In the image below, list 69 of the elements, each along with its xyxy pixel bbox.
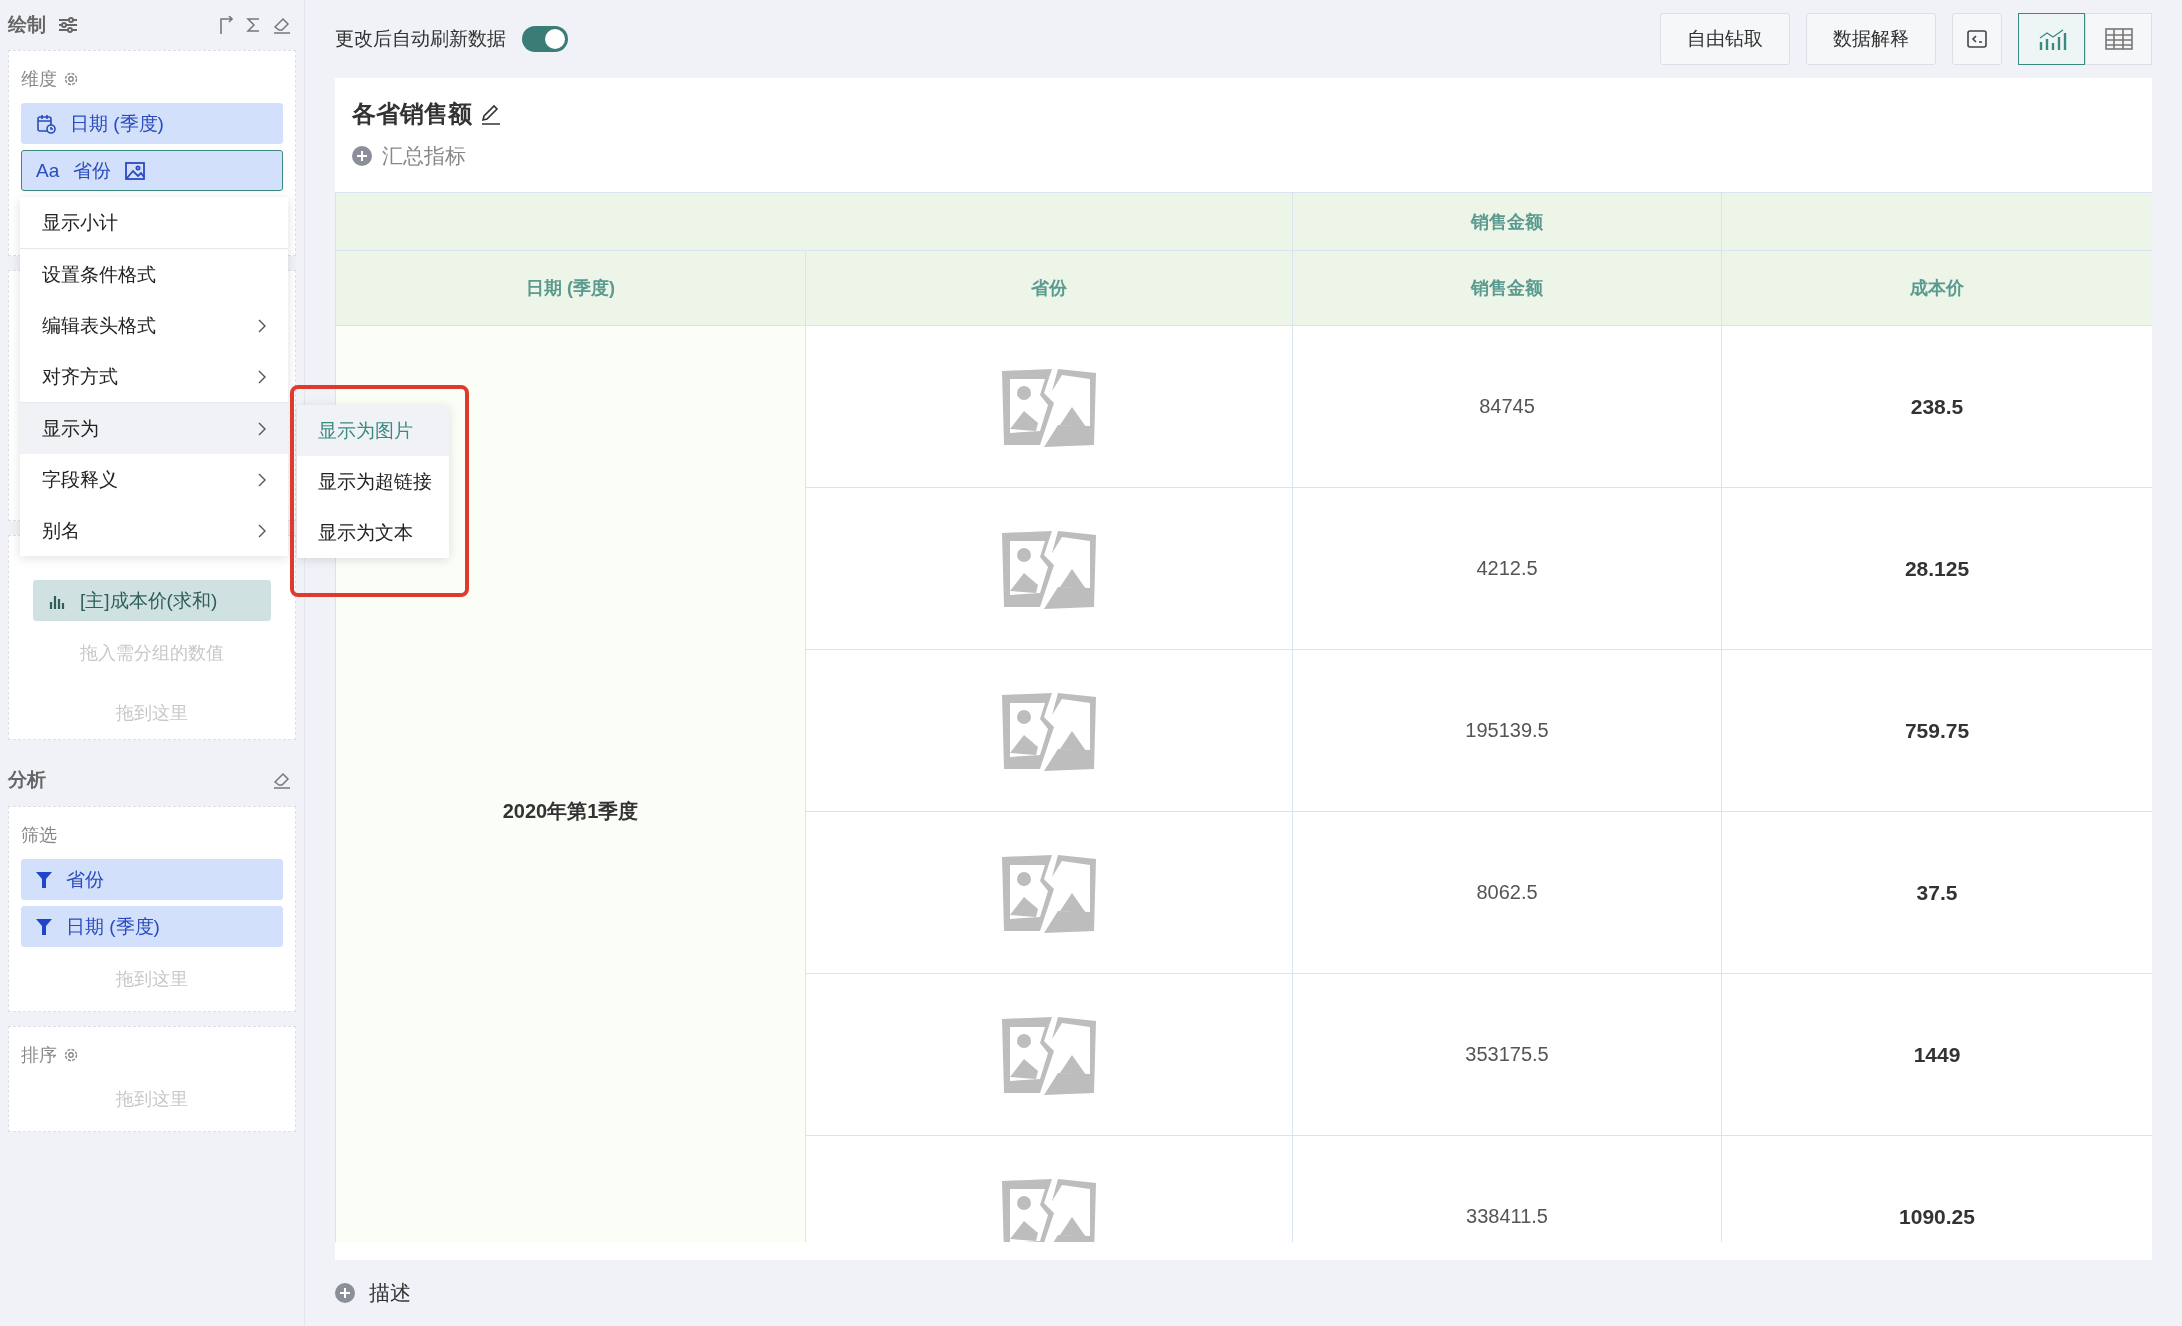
image-icon	[125, 161, 146, 180]
metric-chip[interactable]: [主]成本价(求和)	[33, 580, 271, 621]
sliders-icon[interactable]	[58, 16, 78, 34]
broken-image-icon	[1000, 1014, 1098, 1095]
menu-item[interactable]: 设置条件格式	[20, 248, 288, 300]
panel-title: 分析	[8, 768, 46, 792]
chevron-right-icon	[258, 369, 266, 384]
menu-item[interactable]: 显示为超链接	[297, 456, 449, 507]
description-link[interactable]: 描述	[369, 1279, 411, 1307]
edit-icon[interactable]	[480, 103, 502, 125]
menu-item[interactable]: 显示为文本	[297, 507, 449, 558]
chevron-right-icon	[258, 318, 266, 333]
settings-icon[interactable]	[63, 1047, 79, 1063]
auto-refresh-label: 更改后自动刷新数据	[335, 27, 506, 51]
menu-item[interactable]: 显示小计	[20, 197, 288, 248]
eraser-icon[interactable]	[272, 16, 292, 34]
auto-refresh-toggle[interactable]	[522, 26, 568, 52]
field-label: 省份	[73, 158, 112, 183]
panel-title: 绘制	[8, 13, 46, 37]
field-chip[interactable]: Aa 省份	[21, 150, 283, 191]
toolbar-button[interactable]: 自由钻取	[1660, 13, 1790, 65]
table-cell: 8062.5	[1292, 811, 1722, 974]
chevron-right-icon	[258, 472, 266, 487]
toolbar-button[interactable]: 数据解释	[1806, 13, 1936, 65]
console-icon	[1967, 30, 1987, 48]
field-label: 省份	[66, 867, 104, 892]
menu-item[interactable]: 显示为图片	[297, 405, 449, 456]
console-button[interactable]	[1952, 13, 2002, 65]
sigma-icon[interactable]	[246, 17, 260, 33]
eraser-icon[interactable]	[272, 771, 292, 789]
chart-view-button[interactable]	[2018, 13, 2085, 65]
table-cell: 84745	[1292, 325, 1722, 488]
menu-item[interactable]: 编辑表头格式	[20, 300, 288, 351]
section-label: 筛选	[21, 824, 57, 847]
section-label: 排序	[21, 1044, 57, 1067]
broken-image-icon	[1000, 690, 1098, 771]
menu-item[interactable]: 别名	[20, 505, 288, 556]
filter-icon	[36, 917, 52, 936]
broken-image-icon	[1000, 1176, 1098, 1242]
filter-chip[interactable]: 省份	[21, 859, 283, 900]
add-icon[interactable]	[335, 1283, 355, 1303]
menu-item[interactable]: 显示为	[20, 402, 288, 454]
broken-image-icon	[1000, 528, 1098, 609]
broken-image-icon	[1000, 366, 1098, 447]
chart-title: 各省销售额	[352, 99, 472, 129]
summary-metric-link[interactable]: 汇总指标	[382, 142, 466, 170]
header-cell: 销售金额	[1292, 192, 1722, 251]
table-cell: 4212.5	[1292, 487, 1722, 650]
field-label: [主]成本价(求和)	[80, 588, 218, 613]
menu-item[interactable]: 字段释义	[20, 454, 288, 505]
table-cell: 353175.5	[1292, 973, 1722, 1136]
chevron-right-icon	[258, 523, 266, 538]
filter-chip[interactable]: 日期 (季度)	[21, 906, 283, 947]
corner-icon[interactable]	[218, 16, 234, 34]
field-label: 日期 (季度)	[66, 914, 160, 939]
filter-icon	[36, 870, 52, 889]
broken-image-icon	[1000, 852, 1098, 933]
menu-item[interactable]: 对齐方式	[20, 351, 288, 402]
add-icon[interactable]	[352, 146, 372, 166]
table-cell: 195139.5	[1292, 649, 1722, 812]
settings-icon[interactable]	[63, 71, 79, 87]
field-chip[interactable]: 日期 (季度)	[21, 103, 283, 144]
table-view-button[interactable]	[2085, 13, 2152, 65]
calendar-icon	[36, 113, 56, 134]
text-type-icon: Aa	[36, 159, 60, 182]
field-label: 日期 (季度)	[70, 111, 164, 136]
section-label: 维度	[21, 68, 57, 91]
table-icon	[2103, 27, 2134, 51]
chevron-right-icon	[258, 421, 266, 436]
